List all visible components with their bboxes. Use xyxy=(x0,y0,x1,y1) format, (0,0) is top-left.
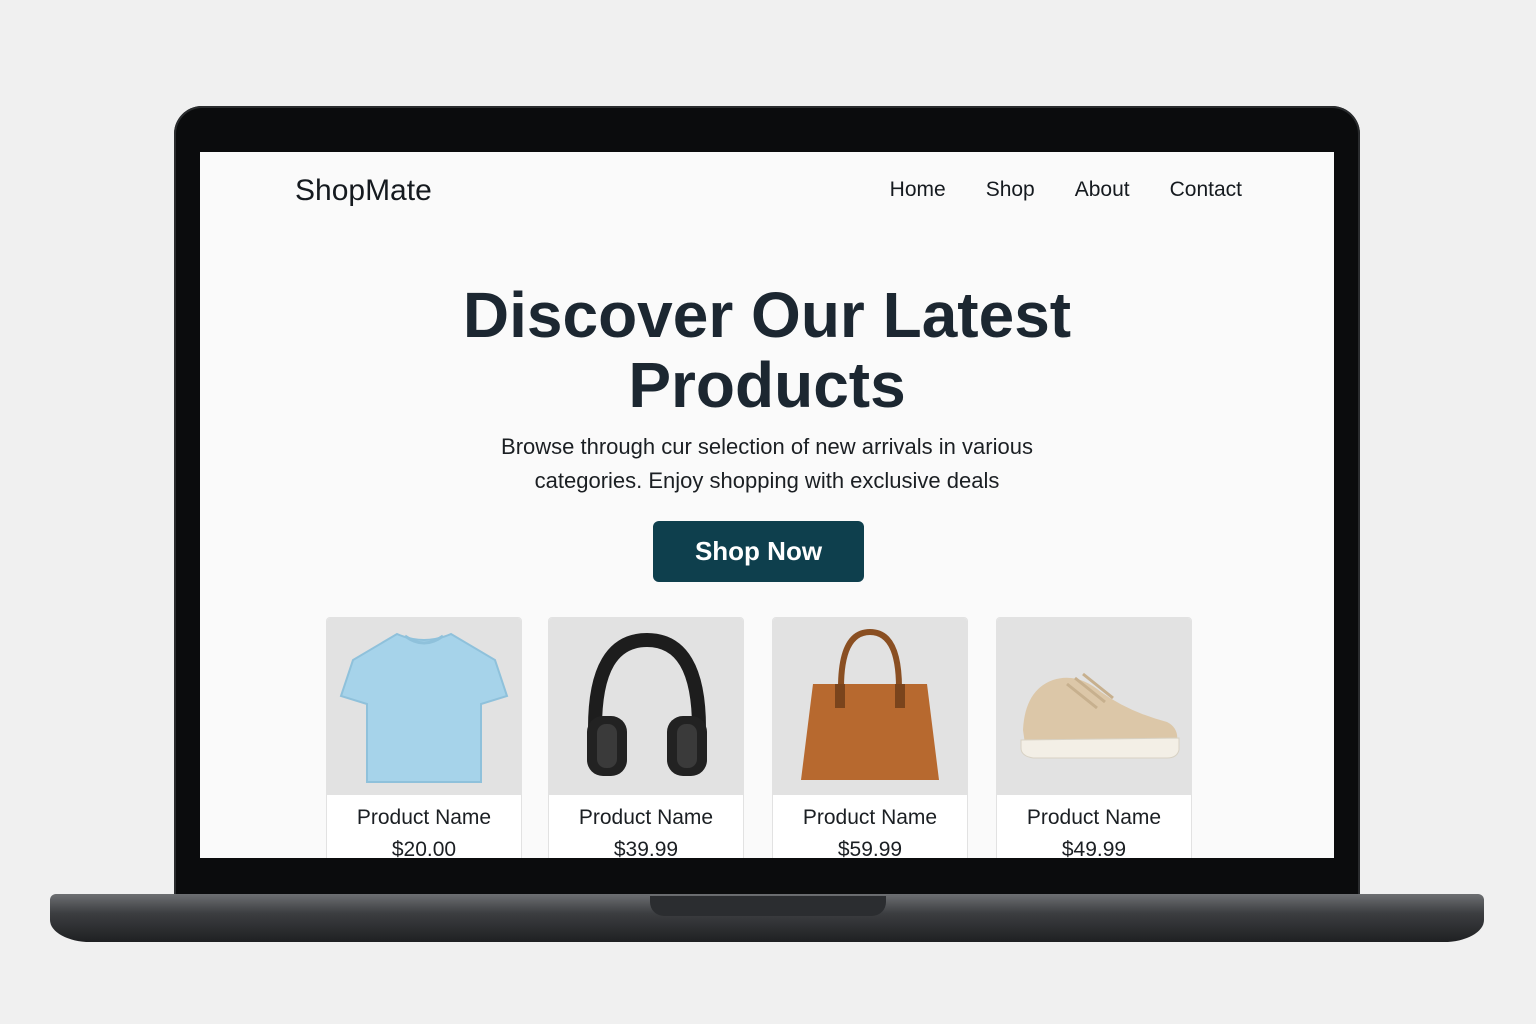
hero-title: Discover Our Latest Products xyxy=(200,280,1334,420)
product-price: $39.99 xyxy=(613,838,679,858)
product-name[interactable]: Product Name xyxy=(997,806,1191,830)
headphones-image[interactable] xyxy=(549,618,743,795)
nav-about[interactable]: About xyxy=(1075,178,1130,202)
hero-title-line-1: Discover Our Latest xyxy=(462,279,1072,351)
handbag-image[interactable] xyxy=(773,618,967,795)
product-name[interactable]: Product Name xyxy=(327,806,521,830)
tshirt-image[interactable] xyxy=(327,618,521,795)
nav-contact[interactable]: Contact xyxy=(1170,178,1242,202)
product-card[interactable]: Product Name $59.99 xyxy=(772,617,968,858)
hero-title-line-2: Products xyxy=(628,349,906,421)
nav-shop[interactable]: Shop xyxy=(986,178,1035,202)
product-card[interactable]: Product Name $49.99 xyxy=(996,617,1192,858)
nav-home[interactable]: Home xyxy=(890,178,946,202)
product-price: $20.00 xyxy=(391,838,457,858)
hero-subtitle: Browse through cur selection of new arri… xyxy=(467,430,1067,498)
product-name[interactable]: Product Name xyxy=(549,806,743,830)
laptop-notch xyxy=(650,896,886,916)
sneaker-image[interactable] xyxy=(997,618,1191,795)
top-nav: ShopMate Home Shop About Contact xyxy=(200,152,1334,232)
brand-logo[interactable]: ShopMate xyxy=(295,174,432,208)
hero-subtitle-line-1: Browse through cur selection of new arri… xyxy=(501,434,1033,459)
product-card[interactable]: Product Name $39.99 xyxy=(548,617,744,858)
nav-links: Home Shop About Contact xyxy=(890,178,1242,202)
product-name[interactable]: Product Name xyxy=(773,806,967,830)
product-card[interactable]: Product Name $20.00 xyxy=(326,617,522,858)
hero-subtitle-line-2: categories. Enjoy shopping with exclusiv… xyxy=(534,468,1000,493)
browser-viewport: ShopMate Home Shop About Contact Discove… xyxy=(200,152,1334,858)
shop-now-button[interactable]: Shop Now xyxy=(653,521,864,582)
product-price: $49.99 xyxy=(1061,838,1127,858)
product-price: $59.99 xyxy=(837,838,903,858)
